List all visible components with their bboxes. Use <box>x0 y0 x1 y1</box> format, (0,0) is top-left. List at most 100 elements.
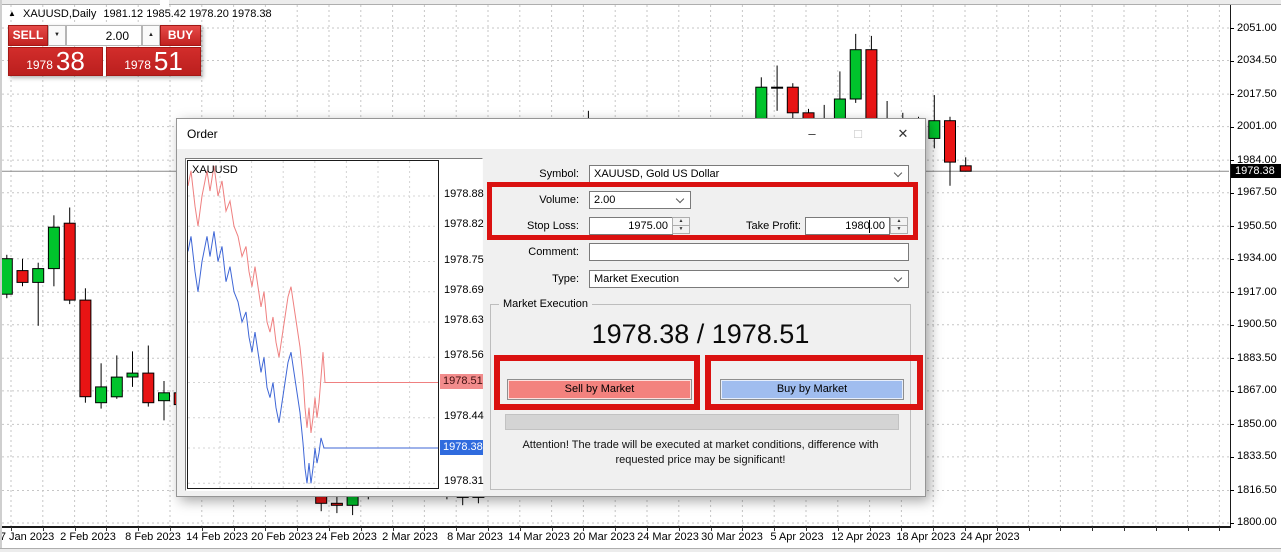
close-icon[interactable]: ✕ <box>880 119 926 148</box>
date-axis-label: 8 Feb 2023 <box>125 531 181 543</box>
dialog-titlebar[interactable]: Order – □ ✕ <box>177 119 925 149</box>
chevron-down-icon <box>894 169 902 177</box>
price-axis-label: 1850.00 <box>1237 418 1277 431</box>
date-axis-label: 5 Apr 2023 <box>770 531 823 543</box>
candle <box>143 346 154 407</box>
date-axis-label: 14 Mar 2023 <box>508 531 570 543</box>
minimize-icon[interactable]: – <box>789 119 835 148</box>
attention-text: Attention! The trade will be executed at… <box>491 438 910 468</box>
candle <box>17 259 28 287</box>
annotation-box-buy <box>705 355 923 410</box>
chevron-down-icon <box>894 274 902 282</box>
date-axis-tick <box>1029 527 1030 531</box>
tick-chart-price-label: 1978.56 <box>444 349 484 361</box>
annotation-box-sell <box>494 355 700 410</box>
bid-price-minor: 38 <box>56 48 85 74</box>
toolbar-notch <box>160 0 169 5</box>
date-axis-tick <box>1188 527 1189 531</box>
price-axis-label: 1800.00 <box>1237 516 1277 529</box>
price-axis-label: 1816.50 <box>1237 484 1277 497</box>
price-axis-tick <box>1230 325 1234 326</box>
tick-chart-price-label: 1978.69 <box>444 284 484 296</box>
group-label: Market Execution <box>499 298 592 310</box>
price-axis-label: 2051.00 <box>1237 22 1277 35</box>
date-axis-label: 27 Jan 2023 <box>0 531 54 543</box>
candle <box>866 36 877 125</box>
price-axis-tick <box>1230 61 1234 62</box>
bid-price-display[interactable]: 1978 38 <box>8 47 103 76</box>
symbol-select[interactable]: XAUUSD, Gold US Dollar <box>589 165 909 183</box>
order-dialog: Order – □ ✕ XAUUSD 1978.881978.821978.75… <box>176 118 926 497</box>
date-axis-tick <box>1092 527 1093 531</box>
one-click-trading-panel: SELL ▼ 2.00 ▲ BUY 1978 38 1978 51 <box>8 25 201 76</box>
tick-chart-price-label: 1978.88 <box>444 188 484 200</box>
date-axis-label: 2 Feb 2023 <box>60 531 116 543</box>
one-click-price-row: 1978 38 1978 51 <box>8 47 201 76</box>
tick-chart-price-label: 1978.44 <box>444 410 484 422</box>
tick-chart-panel: XAUUSD 1978.881978.821978.751978.691978.… <box>185 158 483 491</box>
symbol-label: Symbol: <box>499 168 579 181</box>
price-axis-label: 1883.50 <box>1237 352 1277 365</box>
candle <box>772 66 783 111</box>
candle <box>80 288 91 402</box>
ask-line <box>188 166 438 433</box>
price-axis-tick <box>1230 424 1234 425</box>
candle <box>850 34 861 103</box>
date-axis-label: 8 Mar 2023 <box>447 531 503 543</box>
dialog-title: Order <box>187 127 218 141</box>
window-bottom-edge <box>0 548 1281 552</box>
quick-buy-button[interactable]: BUY <box>160 25 201 46</box>
candle <box>834 71 845 124</box>
candle <box>1 255 12 298</box>
date-axis-label: 24 Mar 2023 <box>637 531 699 543</box>
type-value: Market Execution <box>594 273 679 285</box>
ohlc-values: 1981.12 1985.42 1978.20 1978.38 <box>103 8 271 20</box>
price-axis-tick <box>1230 28 1234 29</box>
candle <box>929 95 940 148</box>
candle <box>960 157 971 171</box>
price-axis-label: 1984.00 <box>1237 154 1277 167</box>
tick-chart-price-label: 1978.82 <box>444 218 484 230</box>
symbol-value: XAUUSD, Gold US Dollar <box>594 168 719 180</box>
candle <box>33 263 44 326</box>
date-axis-tick <box>1156 527 1157 531</box>
candle <box>787 83 798 121</box>
annotation-box-fields <box>487 182 918 240</box>
date-axis[interactable]: 27 Jan 20232 Feb 20238 Feb 202314 Feb 20… <box>0 528 1230 548</box>
maximize-icon: □ <box>835 119 881 148</box>
date-axis-label: 30 Mar 2023 <box>701 531 763 543</box>
price-axis-tick <box>1230 490 1234 491</box>
price-axis-label: 2034.50 <box>1237 54 1277 67</box>
quick-sell-button[interactable]: SELL <box>8 25 48 46</box>
date-axis-label: 20 Mar 2023 <box>573 531 635 543</box>
collapse-triangle-icon[interactable]: ▲ <box>8 9 16 18</box>
price-axis-tick <box>1230 160 1234 161</box>
price-axis-tick <box>1230 94 1234 95</box>
price-axis-label: 1833.50 <box>1237 450 1277 463</box>
date-axis-label: 2 Mar 2023 <box>382 531 438 543</box>
price-axis-label: 1967.50 <box>1237 186 1277 199</box>
bid-price-badge: 1978.38 <box>440 440 483 455</box>
price-axis-label: 1867.00 <box>1237 384 1277 397</box>
date-axis-label: 24 Feb 2023 <box>315 531 377 543</box>
attention-line-1: Attention! The trade will be executed at… <box>491 438 910 453</box>
tick-chart-symbol-label: XAUUSD <box>192 164 238 176</box>
candle <box>111 355 122 398</box>
comment-input[interactable] <box>589 243 909 261</box>
candle <box>945 117 956 186</box>
bid-ask-quote: 1978.38 / 1978.51 <box>491 319 910 350</box>
volume-increase-button[interactable]: ▲ <box>142 25 160 46</box>
quick-volume-input[interactable]: 2.00 <box>66 25 142 46</box>
date-axis-label: 18 Apr 2023 <box>896 531 955 543</box>
type-label: Type: <box>499 273 579 286</box>
candle <box>127 351 138 387</box>
price-axis-tick <box>1230 292 1234 293</box>
volume-decrease-button[interactable]: ▼ <box>48 25 66 46</box>
price-axis[interactable]: 1978.38 2051.002034.502017.502001.001984… <box>1231 0 1281 548</box>
price-axis-label: 1950.50 <box>1237 220 1277 233</box>
date-axis-tick <box>1219 527 1220 531</box>
type-select[interactable]: Market Execution <box>589 270 909 288</box>
chart-symbol-header: ▲ XAUUSD,Daily 1981.12 1985.42 1978.20 1… <box>8 8 276 20</box>
ask-price-display[interactable]: 1978 51 <box>106 47 201 76</box>
ask-price-badge: 1978.51 <box>440 374 483 389</box>
